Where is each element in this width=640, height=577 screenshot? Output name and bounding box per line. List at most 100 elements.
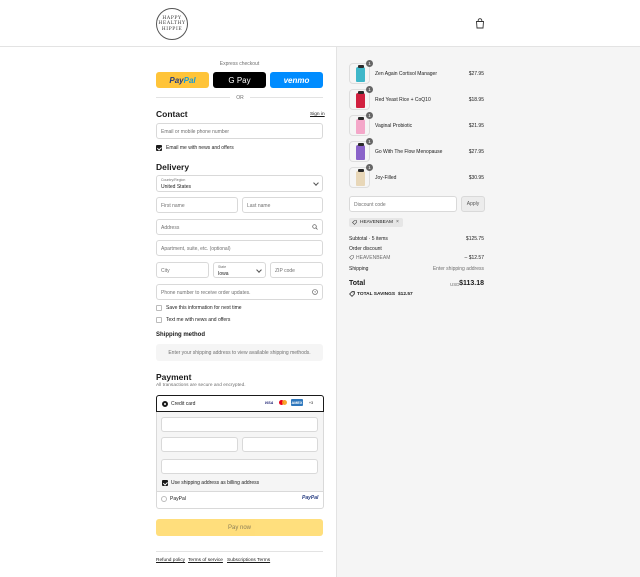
name-on-card-field[interactable]	[161, 459, 318, 474]
state-label: State	[218, 265, 227, 269]
tag-icon	[349, 255, 354, 260]
phone-field[interactable]: Phone number to receive order updates. ?	[156, 284, 323, 300]
terms-of-service-link[interactable]: Terms of service	[188, 558, 223, 563]
product-price: $18.95	[468, 97, 484, 103]
state-value: Iowa	[218, 270, 229, 277]
payment-heading: Payment	[156, 372, 192, 382]
shipping-value: Enter shipping address	[432, 266, 484, 272]
last-name-field[interactable]: Last name	[242, 197, 323, 213]
country-label: Country/Region	[161, 178, 186, 182]
save-info-checkbox[interactable]	[156, 305, 162, 311]
state-select[interactable]: State Iowa	[213, 262, 266, 278]
header: HAPPY HEALTHY HIPPIE	[0, 0, 640, 47]
city-field[interactable]: City	[156, 262, 209, 278]
chevron-down-icon	[256, 267, 262, 273]
total-value: $113.18	[459, 279, 484, 287]
paypal-word-pal: Pal	[183, 75, 196, 85]
sign-in-link[interactable]: Sign in	[310, 112, 325, 117]
payment-subtitle: All transactions are secure and encrypte…	[156, 383, 246, 388]
text-me-label: Text me with news and offers	[166, 317, 231, 323]
product-name: Zen Again Cortisol Manager	[375, 71, 437, 77]
text-me-checkbox[interactable]	[156, 317, 162, 323]
remove-discount-icon[interactable]: ×	[396, 219, 399, 225]
zip-field[interactable]: ZIP code	[270, 262, 323, 278]
refund-policy-link[interactable]: Refund policy	[156, 558, 185, 563]
paypal-radio[interactable]	[161, 496, 167, 502]
discount-code-label: HEAVENBEAM	[356, 255, 391, 261]
google-pay-button[interactable]: G Pay	[213, 72, 266, 88]
card-number-field[interactable]	[161, 417, 318, 432]
delivery-heading: Delivery	[156, 162, 190, 172]
quantity-badge: 1	[366, 60, 373, 67]
discount-placeholder: Discount code	[354, 201, 386, 208]
country-value: United States	[161, 183, 192, 190]
more-cards-badge: +3	[308, 400, 314, 405]
country-select[interactable]: Country/Region United States	[156, 175, 323, 192]
first-name-field[interactable]: First name	[156, 197, 238, 213]
currency-code: USD	[450, 282, 460, 287]
pay-now-button[interactable]: Pay now	[156, 519, 323, 536]
apply-discount-button[interactable]: Apply	[461, 196, 485, 212]
credit-card-radio[interactable]	[162, 401, 168, 407]
logo-line-3: HIPPIE	[161, 26, 183, 32]
express-checkout-label: Express checkout	[219, 61, 260, 67]
product-name: Vaginal Probiotic	[375, 123, 413, 129]
email-news-label: Email me with news and offers	[166, 145, 234, 151]
product-price: $27.95	[468, 71, 484, 77]
credit-card-label: Credit card	[171, 401, 196, 407]
security-code-field[interactable]	[242, 437, 318, 452]
quantity-badge: 1	[366, 164, 373, 171]
subtotal-label: Subtotal · 5 items	[349, 236, 388, 242]
tag-icon	[352, 220, 357, 225]
shipping-method-heading: Shipping method	[156, 332, 205, 338]
savings-tag-icon	[349, 291, 355, 297]
address-field[interactable]: Address	[156, 219, 323, 235]
shipping-label: Shipping	[349, 266, 369, 272]
subscriptions-terms-link[interactable]: Subscriptions Terms	[227, 558, 270, 563]
contact-heading: Contact	[156, 109, 188, 119]
save-info-label: Save this information for next time	[166, 305, 242, 311]
product-name: Go With The Flow Menopause	[375, 149, 443, 155]
email-placeholder: Email or mobile phone number	[161, 128, 230, 135]
divider	[250, 97, 323, 98]
quantity-badge: 1	[366, 112, 373, 119]
quantity-badge: 1	[366, 138, 373, 145]
order-discount-label: Order discount	[349, 246, 382, 252]
search-icon	[312, 224, 318, 230]
subtotal-value: $125.75	[465, 236, 484, 242]
discount-code-field[interactable]: Discount code	[349, 196, 457, 212]
address-placeholder: Address	[161, 224, 180, 231]
product-price: $27.95	[468, 149, 484, 155]
zip-placeholder: ZIP code	[275, 267, 295, 274]
email-field[interactable]: Email or mobile phone number	[156, 123, 323, 139]
help-icon[interactable]: ?	[312, 289, 318, 295]
chevron-down-icon	[313, 180, 319, 186]
shopping-bag-icon[interactable]	[475, 18, 485, 29]
venmo-label: venmo	[283, 75, 310, 85]
product-name: Joy-Filled	[375, 175, 397, 181]
mastercard-icon	[278, 399, 288, 406]
paypal-logo: PayPal	[302, 495, 319, 501]
phone-placeholder: Phone number to receive order updates.	[161, 289, 251, 296]
paypal-word-pay: Pay	[169, 75, 184, 85]
billing-same-checkbox[interactable]	[162, 480, 168, 486]
product-price: $21.95	[468, 123, 484, 129]
applied-discount-tag: HEAVENBEAM ×	[349, 218, 403, 227]
city-placeholder: City	[161, 267, 170, 274]
footer-divider	[156, 551, 323, 552]
apartment-field[interactable]: Apartment, suite, etc. (optional)	[156, 240, 323, 256]
amex-icon: AMEX	[291, 399, 303, 406]
expiration-field[interactable]	[161, 437, 238, 452]
venmo-button[interactable]: venmo	[270, 72, 323, 88]
visa-icon: VISA	[264, 400, 274, 405]
billing-same-label: Use shipping address as billing address	[171, 480, 260, 486]
gpay-label: G Pay	[228, 75, 251, 85]
paypal-option-label[interactable]: PayPal	[170, 496, 186, 502]
quantity-badge: 1	[366, 86, 373, 93]
store-logo[interactable]: HAPPY HEALTHY HIPPIE	[156, 8, 188, 40]
discount-value: – $12.57	[464, 255, 484, 261]
total-savings-value: $12.57	[398, 291, 413, 297]
paypal-express-button[interactable]: Pay Pal	[156, 72, 209, 88]
email-news-checkbox[interactable]	[156, 145, 162, 151]
total-label: Total	[349, 280, 366, 287]
